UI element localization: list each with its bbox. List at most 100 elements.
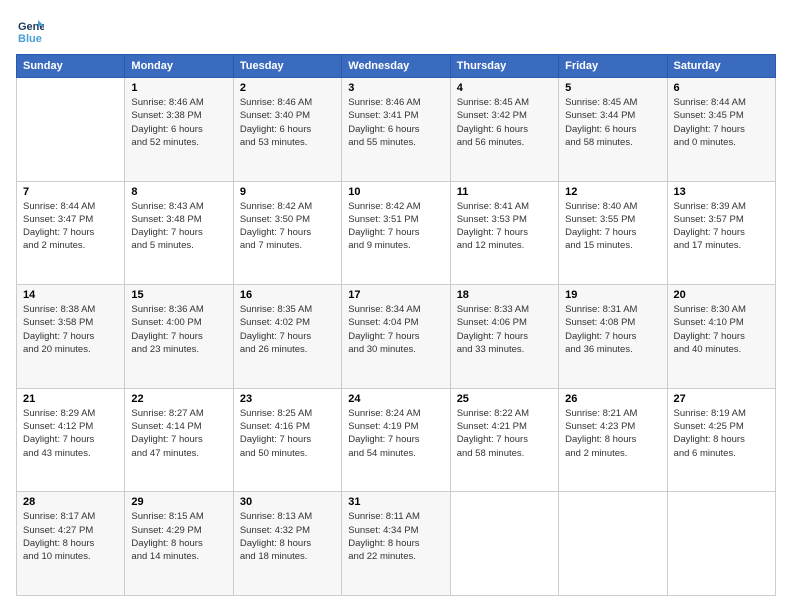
day-cell: 10 Sunrise: 8:42 AM Sunset: 3:51 PM Dayli… [342, 181, 450, 285]
day-number: 2 [240, 82, 335, 94]
day-cell [667, 492, 775, 596]
day-number: 7 [23, 186, 118, 198]
day-info: Sunrise: 8:40 AM Sunset: 3:55 PM Dayligh… [565, 200, 660, 253]
logo: General Blue [16, 16, 48, 44]
day-info: Sunrise: 8:22 AM Sunset: 4:21 PM Dayligh… [457, 407, 552, 460]
day-number: 6 [674, 82, 769, 94]
day-number: 4 [457, 82, 552, 94]
day-cell: 16 Sunrise: 8:35 AM Sunset: 4:02 PM Dayli… [233, 285, 341, 389]
day-number: 22 [131, 393, 226, 405]
day-number: 9 [240, 186, 335, 198]
day-info: Sunrise: 8:24 AM Sunset: 4:19 PM Dayligh… [348, 407, 443, 460]
day-info: Sunrise: 8:31 AM Sunset: 4:08 PM Dayligh… [565, 303, 660, 356]
week-row-1: 1 Sunrise: 8:46 AM Sunset: 3:38 PM Daylig… [17, 78, 776, 182]
column-header-sunday: Sunday [17, 55, 125, 78]
day-cell: 28 Sunrise: 8:17 AM Sunset: 4:27 PM Dayli… [17, 492, 125, 596]
day-number: 12 [565, 186, 660, 198]
day-info: Sunrise: 8:45 AM Sunset: 3:42 PM Dayligh… [457, 96, 552, 149]
day-number: 20 [674, 289, 769, 301]
calendar-table: SundayMondayTuesdayWednesdayThursdayFrid… [16, 54, 776, 596]
day-info: Sunrise: 8:45 AM Sunset: 3:44 PM Dayligh… [565, 96, 660, 149]
day-number: 25 [457, 393, 552, 405]
day-number: 26 [565, 393, 660, 405]
day-info: Sunrise: 8:43 AM Sunset: 3:48 PM Dayligh… [131, 200, 226, 253]
day-number: 16 [240, 289, 335, 301]
day-cell: 6 Sunrise: 8:44 AM Sunset: 3:45 PM Daylig… [667, 78, 775, 182]
day-info: Sunrise: 8:27 AM Sunset: 4:14 PM Dayligh… [131, 407, 226, 460]
week-row-5: 28 Sunrise: 8:17 AM Sunset: 4:27 PM Dayli… [17, 492, 776, 596]
day-cell: 14 Sunrise: 8:38 AM Sunset: 3:58 PM Dayli… [17, 285, 125, 389]
day-number: 5 [565, 82, 660, 94]
day-info: Sunrise: 8:33 AM Sunset: 4:06 PM Dayligh… [457, 303, 552, 356]
day-cell: 21 Sunrise: 8:29 AM Sunset: 4:12 PM Dayli… [17, 388, 125, 492]
week-row-2: 7Sunrise: 8:44 AM Sunset: 3:47 PM Daylig… [17, 181, 776, 285]
day-number: 24 [348, 393, 443, 405]
day-cell: 23Sunrise: 8:25 AM Sunset: 4:16 PM Dayli… [233, 388, 341, 492]
day-info: Sunrise: 8:42 AM Sunset: 3:51 PM Dayligh… [348, 200, 443, 253]
calendar-page: General Blue SundayMondayTuesdayWednesda… [0, 0, 792, 612]
column-header-wednesday: Wednesday [342, 55, 450, 78]
day-number: 23 [240, 393, 335, 405]
day-info: Sunrise: 8:36 AM Sunset: 4:00 PM Dayligh… [131, 303, 226, 356]
day-number: 15 [131, 289, 226, 301]
day-cell [450, 492, 558, 596]
day-info: Sunrise: 8:42 AM Sunset: 3:50 PM Dayligh… [240, 200, 335, 253]
day-info: Sunrise: 8:13 AM Sunset: 4:32 PM Dayligh… [240, 510, 335, 563]
day-number: 10 [348, 186, 443, 198]
day-info: Sunrise: 8:44 AM Sunset: 3:45 PM Dayligh… [674, 96, 769, 149]
day-cell: 4 Sunrise: 8:45 AM Sunset: 3:42 PM Daylig… [450, 78, 558, 182]
day-cell: 27 Sunrise: 8:19 AM Sunset: 4:25 PM Dayli… [667, 388, 775, 492]
day-info: Sunrise: 8:15 AM Sunset: 4:29 PM Dayligh… [131, 510, 226, 563]
day-cell: 15 Sunrise: 8:36 AM Sunset: 4:00 PM Dayli… [125, 285, 233, 389]
day-number: 3 [348, 82, 443, 94]
day-info: Sunrise: 8:46 AM Sunset: 3:38 PM Dayligh… [131, 96, 226, 149]
day-cell: 17 Sunrise: 8:34 AM Sunset: 4:04 PM Dayli… [342, 285, 450, 389]
svg-text:Blue: Blue [18, 33, 42, 44]
day-number: 28 [23, 496, 118, 508]
day-info: Sunrise: 8:38 AM Sunset: 3:58 PM Dayligh… [23, 303, 118, 356]
day-cell: 20 Sunrise: 8:30 AM Sunset: 4:10 PM Dayli… [667, 285, 775, 389]
day-info: Sunrise: 8:34 AM Sunset: 4:04 PM Dayligh… [348, 303, 443, 356]
day-number: 29 [131, 496, 226, 508]
day-cell: 26 Sunrise: 8:21 AM Sunset: 4:23 PM Dayli… [559, 388, 667, 492]
day-number: 1 [131, 82, 226, 94]
day-number: 8 [131, 186, 226, 198]
day-cell: 29 Sunrise: 8:15 AM Sunset: 4:29 PM Dayli… [125, 492, 233, 596]
day-number: 14 [23, 289, 118, 301]
day-cell: 8 Sunrise: 8:43 AM Sunset: 3:48 PM Daylig… [125, 181, 233, 285]
day-info: Sunrise: 8:30 AM Sunset: 4:10 PM Dayligh… [674, 303, 769, 356]
day-cell: 2 Sunrise: 8:46 AM Sunset: 3:40 PM Daylig… [233, 78, 341, 182]
column-headers-row: SundayMondayTuesdayWednesdayThursdayFrid… [17, 55, 776, 78]
day-cell: 30 Sunrise: 8:13 AM Sunset: 4:32 PM Dayli… [233, 492, 341, 596]
column-header-saturday: Saturday [667, 55, 775, 78]
day-cell: 1 Sunrise: 8:46 AM Sunset: 3:38 PM Daylig… [125, 78, 233, 182]
column-header-tuesday: Tuesday [233, 55, 341, 78]
day-info: Sunrise: 8:19 AM Sunset: 4:25 PM Dayligh… [674, 407, 769, 460]
calendar-body: 1 Sunrise: 8:46 AM Sunset: 3:38 PM Daylig… [17, 78, 776, 596]
day-number: 31 [348, 496, 443, 508]
day-number: 17 [348, 289, 443, 301]
day-cell: 7Sunrise: 8:44 AM Sunset: 3:47 PM Daylig… [17, 181, 125, 285]
day-number: 11 [457, 186, 552, 198]
day-cell: 25 Sunrise: 8:22 AM Sunset: 4:21 PM Dayli… [450, 388, 558, 492]
day-cell: 3Sunrise: 8:46 AM Sunset: 3:41 PM Daylig… [342, 78, 450, 182]
day-cell: 13Sunrise: 8:39 AM Sunset: 3:57 PM Dayli… [667, 181, 775, 285]
week-row-3: 14 Sunrise: 8:38 AM Sunset: 3:58 PM Dayli… [17, 285, 776, 389]
day-number: 21 [23, 393, 118, 405]
day-cell: 18Sunrise: 8:33 AM Sunset: 4:06 PM Dayli… [450, 285, 558, 389]
day-info: Sunrise: 8:21 AM Sunset: 4:23 PM Dayligh… [565, 407, 660, 460]
day-number: 30 [240, 496, 335, 508]
day-cell [559, 492, 667, 596]
day-cell: 11 Sunrise: 8:41 AM Sunset: 3:53 PM Dayli… [450, 181, 558, 285]
day-number: 27 [674, 393, 769, 405]
week-row-4: 21 Sunrise: 8:29 AM Sunset: 4:12 PM Dayli… [17, 388, 776, 492]
day-info: Sunrise: 8:17 AM Sunset: 4:27 PM Dayligh… [23, 510, 118, 563]
day-info: Sunrise: 8:46 AM Sunset: 3:40 PM Dayligh… [240, 96, 335, 149]
day-info: Sunrise: 8:35 AM Sunset: 4:02 PM Dayligh… [240, 303, 335, 356]
day-cell: 12 Sunrise: 8:40 AM Sunset: 3:55 PM Dayli… [559, 181, 667, 285]
day-info: Sunrise: 8:39 AM Sunset: 3:57 PM Dayligh… [674, 200, 769, 253]
day-cell: 22 Sunrise: 8:27 AM Sunset: 4:14 PM Dayli… [125, 388, 233, 492]
day-number: 19 [565, 289, 660, 301]
day-info: Sunrise: 8:41 AM Sunset: 3:53 PM Dayligh… [457, 200, 552, 253]
day-info: Sunrise: 8:29 AM Sunset: 4:12 PM Dayligh… [23, 407, 118, 460]
